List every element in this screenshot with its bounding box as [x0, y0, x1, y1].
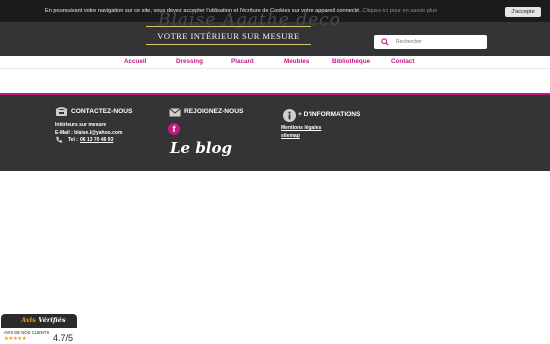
nav-item-placard[interactable]: Placard	[231, 58, 254, 65]
site-logo[interactable]: Blaise Agathe deco	[158, 10, 341, 30]
badge-stars: ★★★★★	[4, 336, 27, 342]
contact-email[interactable]: E-Mail : blaise.l@yahoo.com	[55, 130, 122, 136]
mobile-phone-icon	[56, 136, 63, 143]
sitemap-link[interactable]: sitemap	[281, 133, 300, 139]
info-icon	[283, 109, 296, 122]
search-input[interactable]	[396, 35, 481, 49]
main-nav: Accueil Dressing Placard Meubles Bibliot…	[0, 56, 550, 67]
contact-tel-label: Tel :	[68, 137, 78, 143]
badge-title-verifies: Vérifiés	[38, 316, 66, 324]
badge-title: Avis Vérifiés	[21, 316, 66, 324]
phone-icon	[55, 107, 68, 116]
contact-company: Intérieurs sur mesure	[55, 122, 107, 128]
info-title: + D'INFORMATIONS	[298, 111, 361, 118]
site-tagline: VOTRE INTÉRIEUR SUR MESURE	[157, 31, 300, 41]
nav-item-bibliotheque[interactable]: Bibliothèque	[332, 58, 370, 65]
badge-score: 4.7/5	[53, 333, 74, 343]
site-header: Blaise Agathe deco VOTRE INTÉRIEUR SUR M…	[0, 10, 550, 56]
site-footer: CONTACTEZ-NOUS Intérieurs sur mesure E-M…	[0, 95, 550, 171]
reviews-badge[interactable]: Avis Vérifiés AVIS DE NOS CLIENTS ★★★★★ …	[1, 314, 77, 344]
cookie-accept-button[interactable]: J'accepte	[505, 7, 541, 17]
nav-divider	[0, 68, 550, 69]
nav-item-dressing[interactable]: Dressing	[176, 58, 203, 65]
join-title: REJOIGNEZ-NOUS	[184, 108, 244, 115]
badge-subtitle: AVIS DE NOS CLIENTS	[4, 330, 50, 335]
facebook-icon[interactable]: f	[168, 123, 180, 135]
contact-tel-link[interactable]: 06 13 70 46 93	[80, 137, 113, 143]
search-box[interactable]	[374, 35, 487, 49]
tagline-bottom-rule	[146, 44, 311, 45]
search-icon[interactable]	[381, 38, 389, 46]
contact-title: CONTACTEZ-NOUS	[71, 108, 133, 115]
cookie-more-link[interactable]: Cliquez-ici pour en savoir plus	[362, 8, 437, 14]
legal-notice-link[interactable]: Mentions légales	[281, 125, 321, 131]
nav-item-accueil[interactable]: Accueil	[124, 58, 146, 65]
nav-item-meubles[interactable]: Meubles	[284, 58, 309, 65]
tagline-top-rule	[146, 26, 311, 27]
badge-title-avis: Avis	[21, 316, 36, 324]
blog-link[interactable]: Le blog	[170, 139, 232, 157]
mail-icon	[169, 108, 181, 117]
nav-item-contact[interactable]: Contact	[391, 58, 414, 65]
